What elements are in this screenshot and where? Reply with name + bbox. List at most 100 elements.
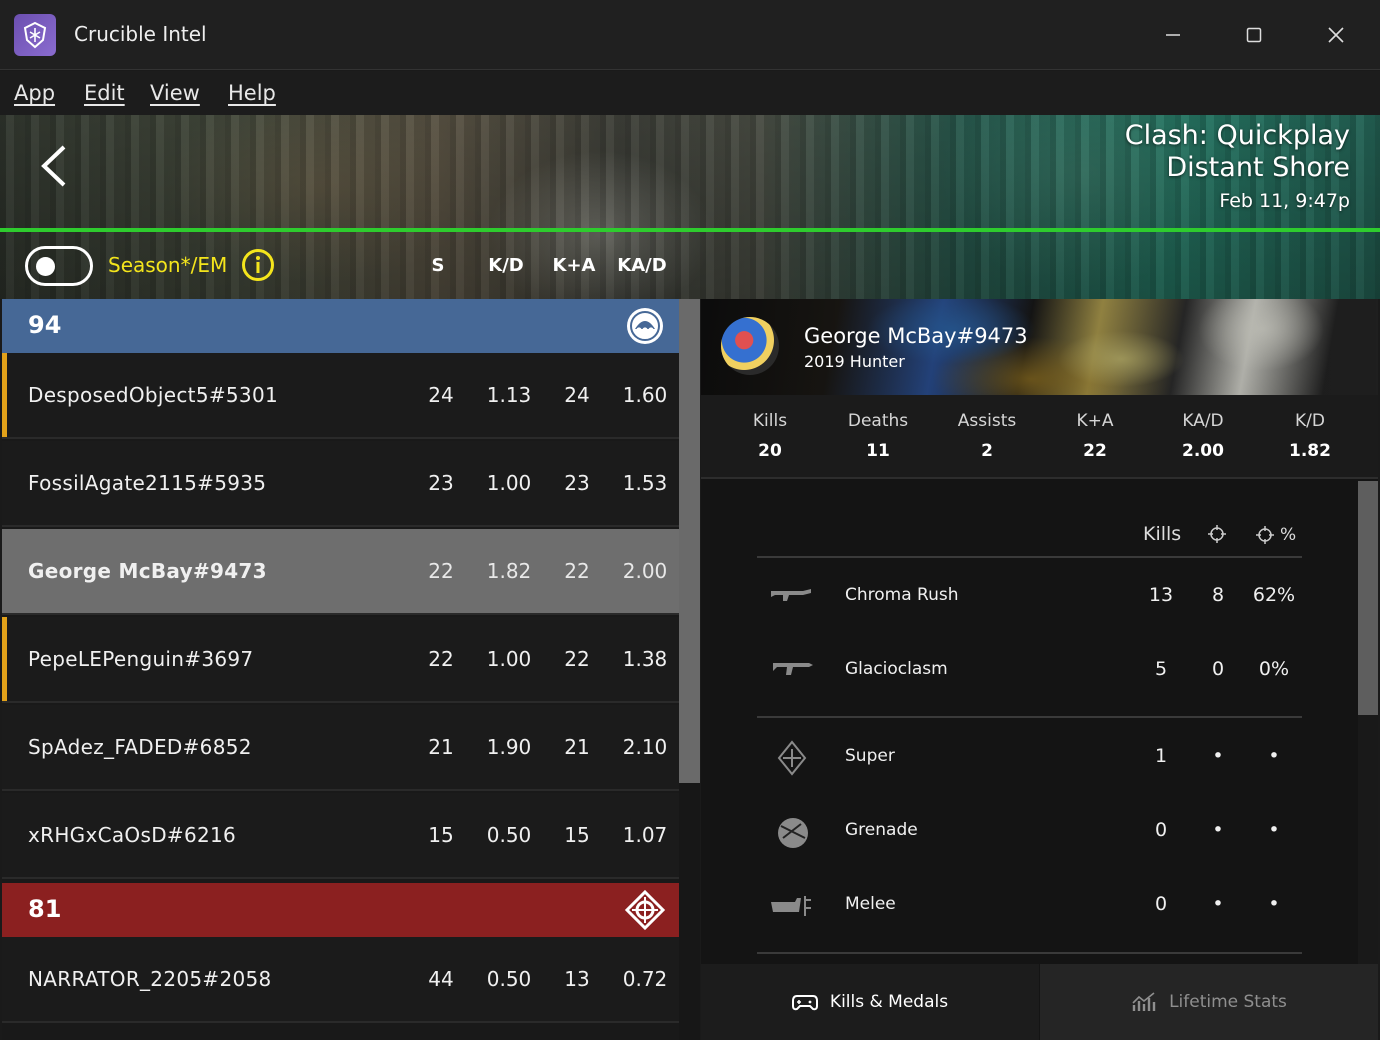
- team-bravo-icon: [624, 889, 666, 935]
- column-header-ka[interactable]: K+A: [539, 255, 609, 276]
- stat-ka: 22: [564, 559, 590, 583]
- column-header-kad[interactable]: KA/D: [607, 255, 677, 276]
- weapon-precision: 8: [1211, 584, 1225, 606]
- stat-kad: 1.07: [622, 823, 668, 847]
- window-title: Crucible Intel: [74, 22, 207, 46]
- sword-icon: [767, 651, 817, 689]
- ability-precision-pct: •: [1268, 819, 1280, 841]
- season-toggle[interactable]: [25, 246, 93, 286]
- stat-ka: 21: [564, 735, 590, 759]
- stat-kd: 1.00: [486, 647, 532, 671]
- player-row-selected[interactable]: George McBay#9473 22 1.82 22 2.00: [2, 529, 679, 615]
- weapon-precision-pct: 62%: [1252, 584, 1296, 606]
- ability-row[interactable]: Grenade 0 • •: [757, 806, 1302, 856]
- menu-help[interactable]: Help: [228, 81, 276, 105]
- stat-kad: 1.60: [622, 383, 668, 407]
- stat-kd: 0.50: [486, 823, 532, 847]
- player-name: DesposedObject5#5301: [28, 383, 278, 407]
- breakdown-scrollbar[interactable]: [1358, 481, 1378, 964]
- stat-s: 22: [428, 559, 454, 583]
- fireteam-accent: [2, 617, 7, 701]
- menu-edit[interactable]: Edit: [84, 81, 125, 105]
- roster-panel: 94 DesposedObject5#5301 24 1.13 24 1.60 …: [2, 299, 679, 1040]
- crosshair-icon: [1256, 526, 1274, 544]
- close-button[interactable]: [1306, 14, 1366, 56]
- weapon-kills: 13: [1148, 584, 1174, 606]
- ability-kills: 1: [1154, 745, 1168, 767]
- stat-ka: 13: [564, 967, 590, 991]
- back-button[interactable]: [36, 143, 70, 193]
- weapon-name: Chroma Rush: [845, 585, 959, 605]
- maximize-icon: [1246, 27, 1262, 43]
- stat-s: 24: [428, 383, 454, 407]
- weapon-precision-pct: 0%: [1258, 658, 1290, 680]
- player-name: George McBay#9473: [28, 559, 267, 583]
- stat-kd: 1.90: [486, 735, 532, 759]
- player-name: FossilAgate2115#5935: [28, 471, 267, 495]
- stat-kd: 1.00: [486, 471, 532, 495]
- player-row[interactable]: xRHGxCaOsD#6216 15 0.50 15 1.07: [2, 793, 679, 879]
- toggle-knob: [36, 257, 55, 276]
- stat-s: 22: [428, 647, 454, 671]
- player-row[interactable]: SpAdez_FADED#6852 21 1.90 21 2.10: [2, 705, 679, 791]
- team-score: 94: [28, 311, 62, 339]
- chevron-left-icon: [41, 145, 66, 187]
- player-row[interactable]: DesposedObject5#5301 24 1.13 24 1.60: [2, 353, 679, 439]
- divider: [757, 556, 1302, 558]
- column-header-kd[interactable]: K/D: [471, 255, 541, 276]
- weapon-row[interactable]: Glacioclasm 5 0 0%: [757, 645, 1302, 695]
- scrollbar-thumb[interactable]: [1358, 481, 1378, 715]
- weapon-kills: 5: [1154, 658, 1168, 680]
- ability-row[interactable]: Melee 0 • •: [757, 880, 1302, 930]
- minimize-button[interactable]: [1143, 14, 1203, 56]
- team-header-alpha: 94: [2, 299, 679, 353]
- player-row[interactable]: PepeLEPenguin#3697 22 1.00 22 1.38: [2, 617, 679, 703]
- player-row[interactable]: FossilAgate2115#5935 23 1.00 23 1.53: [2, 441, 679, 527]
- match-map: Distant Shore: [1166, 152, 1350, 183]
- menu-app[interactable]: App: [14, 81, 55, 105]
- summary-kills: Kills 20: [752, 411, 788, 461]
- player-subtitle: 2019 Hunter: [804, 352, 905, 371]
- summary-deaths: Deaths 11: [847, 411, 909, 461]
- player-row[interactable]: NARRATOR_2205#2058 44 0.50 13 0.72: [2, 937, 679, 1023]
- weapon-precision: 0: [1211, 658, 1225, 680]
- column-header-s[interactable]: S: [403, 255, 473, 276]
- maximize-button[interactable]: [1224, 14, 1284, 56]
- stat-ka: 23: [564, 471, 590, 495]
- scrollbar-thumb[interactable]: [679, 299, 700, 783]
- ability-precision-pct: •: [1268, 745, 1280, 767]
- info-button[interactable]: [241, 248, 275, 286]
- summary-kd: K/D 1.82: [1289, 411, 1331, 461]
- stat-kad: 2.00: [622, 559, 668, 583]
- ability-row[interactable]: Super 1 • •: [757, 732, 1302, 782]
- match-mode: Clash: Quickplay: [1124, 120, 1350, 151]
- info-icon: [242, 249, 274, 281]
- stat-kd: 0.50: [486, 967, 532, 991]
- stat-ka: 24: [564, 383, 590, 407]
- summary-assists: Assists 2: [957, 411, 1017, 461]
- team-divider-line: [0, 228, 1380, 232]
- ability-precision: •: [1212, 893, 1224, 915]
- weapon-name: Glacioclasm: [845, 659, 948, 679]
- player-detail-panel: George McBay#9473 2019 Hunter Kills 20 De…: [701, 299, 1378, 1040]
- tab-kills-medals[interactable]: Kills & Medals: [701, 964, 1039, 1040]
- player-name: NARRATOR_2205#2058: [28, 967, 272, 991]
- tab-label: Kills & Medals: [829, 992, 949, 1012]
- stat-kad: 0.72: [622, 967, 668, 991]
- ability-name: Super: [845, 746, 895, 766]
- match-time: Feb 11, 9:47p: [1219, 190, 1350, 212]
- weapon-row[interactable]: Chroma Rush 13 8 62%: [757, 571, 1302, 621]
- summary-stats: Kills 20 Deaths 11 Assists 2 K+A 22 KA/D 2.00…: [701, 395, 1378, 479]
- menu-view[interactable]: View: [150, 81, 200, 105]
- crosshair-icon: [1208, 525, 1226, 548]
- stat-s: 23: [428, 471, 454, 495]
- super-icon: [767, 738, 817, 782]
- stat-s: 15: [428, 823, 454, 847]
- gamepad-icon: [791, 995, 818, 1011]
- stat-kd: 1.82: [486, 559, 532, 583]
- roster-scrollbar[interactable]: [679, 299, 700, 1040]
- tab-lifetime-stats[interactable]: Lifetime Stats: [1040, 964, 1378, 1040]
- player-name: PepeLEPenguin#3697: [28, 647, 254, 671]
- stat-kad: 2.10: [622, 735, 668, 759]
- title-bar: Crucible Intel: [0, 0, 1380, 70]
